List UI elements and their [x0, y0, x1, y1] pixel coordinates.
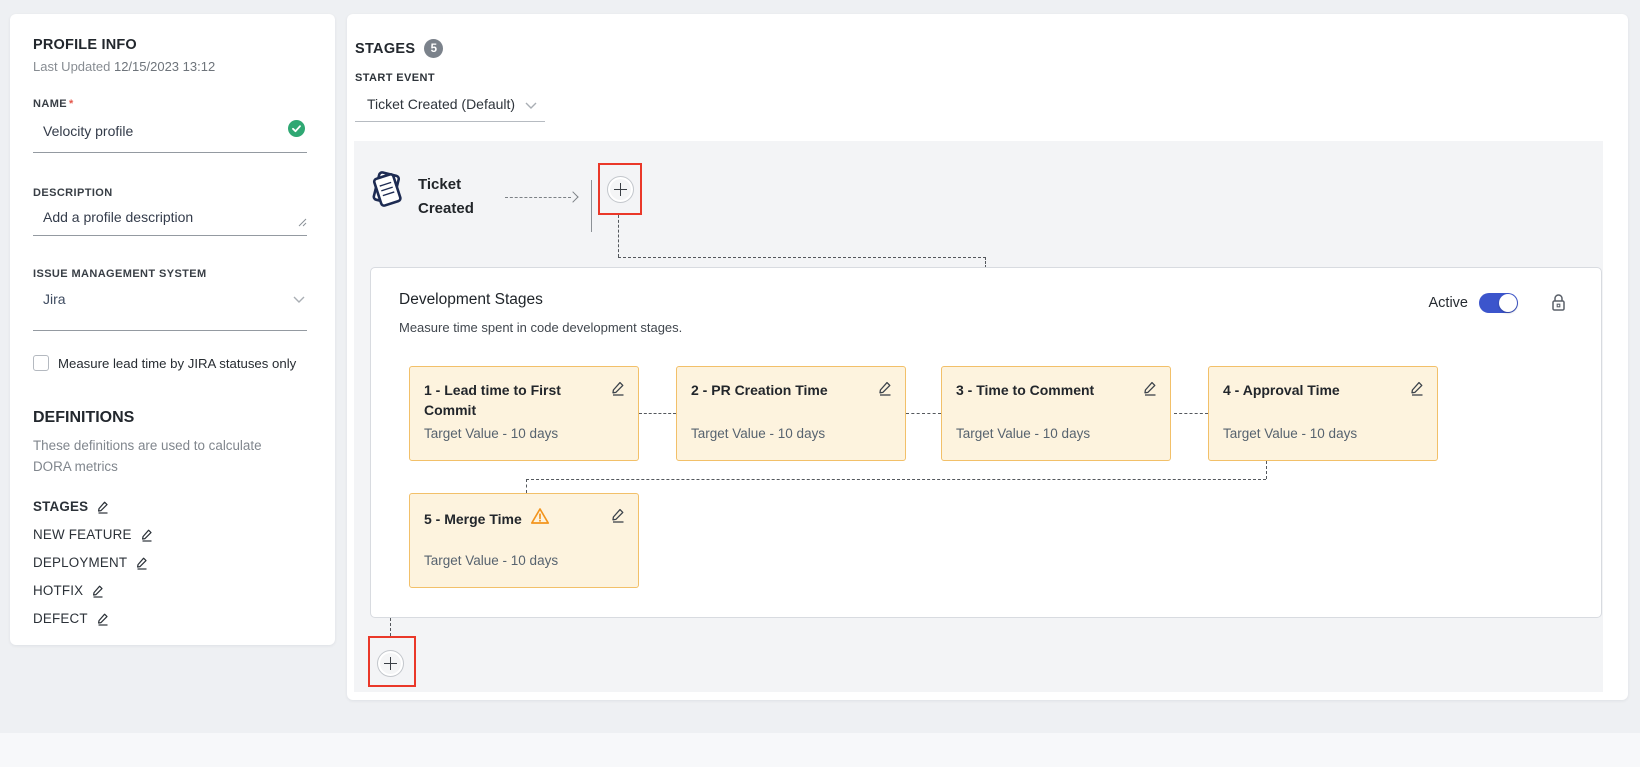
connector-line — [1266, 461, 1267, 479]
stage-card-2[interactable]: 2 - PR Creation Time Target Value - 10 d… — [676, 366, 906, 461]
edit-icon[interactable] — [140, 528, 154, 542]
stage-card-4[interactable]: 4 - Approval Time Target Value - 10 days — [1208, 366, 1438, 461]
stage-card-5[interactable]: 5 - Merge Time Target Value - 10 days — [409, 493, 639, 588]
edit-icon[interactable] — [1142, 380, 1158, 396]
development-stages-header: Development Stages Measure time spent in… — [371, 268, 1601, 335]
connector-arrow-head — [567, 191, 578, 202]
connector-arrow-line — [505, 197, 571, 198]
resize-handle-icon[interactable] — [298, 214, 307, 232]
description-label: DESCRIPTION — [33, 187, 307, 199]
lead-time-checkbox[interactable] — [33, 355, 49, 371]
lead-time-checkbox-row[interactable]: Measure lead time by JIRA statuses only — [33, 355, 307, 371]
connector-line — [618, 257, 986, 258]
issue-management-label: ISSUE MANAGEMENT SYSTEM — [33, 268, 307, 280]
active-toggle[interactable] — [1479, 293, 1518, 313]
connector-line — [1174, 413, 1208, 414]
edit-icon[interactable] — [96, 500, 110, 514]
edit-icon[interactable] — [135, 556, 149, 570]
development-stages-header-left: Development Stages Measure time spent in… — [399, 291, 682, 335]
development-stages-subtitle: Measure time spent in code development s… — [399, 320, 682, 335]
start-node-label: Ticket Created — [418, 173, 494, 221]
add-stage-button-bottom[interactable] — [377, 650, 404, 677]
stage-target-value: Target Value - 10 days — [424, 426, 558, 441]
add-stage-button-top[interactable] — [607, 176, 634, 203]
definition-item-deployment: DEPLOYMENT — [33, 555, 307, 570]
page-bottom-strip — [0, 733, 1640, 767]
definitions-title: DEFINITIONS — [33, 409, 307, 427]
start-event-select[interactable]: Ticket Created (Default) — [355, 90, 545, 122]
ticket-icon — [364, 166, 410, 217]
connector-line — [618, 215, 619, 257]
chevron-down-icon — [293, 290, 305, 308]
stages-flow-canvas: Ticket Created Development Stages Measur… — [354, 141, 1603, 692]
connector-line — [639, 413, 676, 414]
definition-item-stages: STAGES — [33, 499, 307, 514]
connector-line — [906, 413, 941, 414]
name-label: NAME* — [33, 98, 307, 110]
description-placeholder[interactable]: Add a profile description — [43, 209, 193, 225]
active-label: Active — [1429, 295, 1469, 311]
stage-title: 4 - Approval Time — [1223, 380, 1340, 400]
connector-line — [390, 618, 391, 636]
lead-time-checkbox-label[interactable]: Measure lead time by JIRA statuses only — [58, 356, 296, 371]
stage-target-value: Target Value - 10 days — [691, 426, 825, 441]
stage-target-value: Target Value - 10 days — [424, 553, 558, 568]
stage-card-3[interactable]: 3 - Time to Comment Target Value - 10 da… — [941, 366, 1171, 461]
definition-item-hotfix: HOTFIX — [33, 583, 307, 598]
last-updated-label: Last Updated — [33, 59, 110, 74]
development-stages-panel: Development Stages Measure time spent in… — [370, 267, 1602, 618]
stage-target-value: Target Value - 10 days — [1223, 426, 1357, 441]
definition-item-new-feature: NEW FEATURE — [33, 527, 307, 542]
lock-icon[interactable] — [1550, 293, 1567, 313]
start-event-label: START EVENT — [355, 72, 435, 84]
stage-title: 5 - Merge Time — [424, 509, 522, 529]
description-field[interactable]: Add a profile description — [33, 207, 307, 236]
last-updated-value: 12/15/2023 13:12 — [114, 59, 215, 74]
edit-icon[interactable] — [1409, 380, 1425, 396]
development-stages-title: Development Stages — [399, 291, 682, 309]
edit-icon[interactable] — [96, 612, 110, 626]
profile-info-title: PROFILE INFO — [33, 37, 307, 53]
stage-title: 3 - Time to Comment — [956, 380, 1094, 400]
start-event-value[interactable]: Ticket Created (Default) — [367, 96, 515, 112]
insert-position-bar — [591, 180, 592, 232]
stages-header: STAGES 5 — [355, 39, 443, 58]
name-field[interactable]: Velocity profile — [33, 118, 307, 153]
profile-info-panel: PROFILE INFO Last Updated 12/15/2023 13:… — [10, 14, 335, 645]
stages-count-badge: 5 — [424, 39, 443, 58]
connector-line — [526, 479, 1266, 480]
stage-card-1[interactable]: 1 - Lead time to First Commit Target Val… — [409, 366, 639, 461]
stage-title: 2 - PR Creation Time — [691, 380, 828, 400]
edit-icon[interactable] — [91, 584, 105, 598]
last-updated: Last Updated 12/15/2023 13:12 — [33, 59, 307, 74]
definitions-subtitle: These definitions are used to calculate … — [33, 435, 289, 477]
edit-icon[interactable] — [877, 380, 893, 396]
issue-management-select[interactable]: Jira — [33, 288, 307, 331]
valid-check-icon — [288, 120, 305, 142]
definitions-list: STAGES NEW FEATURE DEPLOYMENT HOTFIX DEF… — [33, 499, 307, 626]
stages-title: STAGES — [355, 41, 415, 57]
stages-panel: STAGES 5 START EVENT Ticket Created (Def… — [347, 14, 1628, 700]
issue-management-value[interactable]: Jira — [43, 291, 66, 307]
warning-icon — [530, 507, 550, 530]
edit-icon[interactable] — [610, 507, 626, 523]
development-stages-header-right: Active — [1429, 293, 1568, 313]
chevron-down-icon — [525, 96, 537, 112]
stage-target-value: Target Value - 10 days — [956, 426, 1090, 441]
required-asterisk: * — [69, 98, 74, 110]
connector-line — [526, 479, 527, 493]
edit-icon[interactable] — [610, 380, 626, 396]
toggle-knob — [1499, 294, 1517, 312]
stage-title: 1 - Lead time to First Commit — [424, 380, 574, 420]
definition-item-defect: DEFECT — [33, 611, 307, 626]
name-value[interactable]: Velocity profile — [43, 123, 133, 139]
